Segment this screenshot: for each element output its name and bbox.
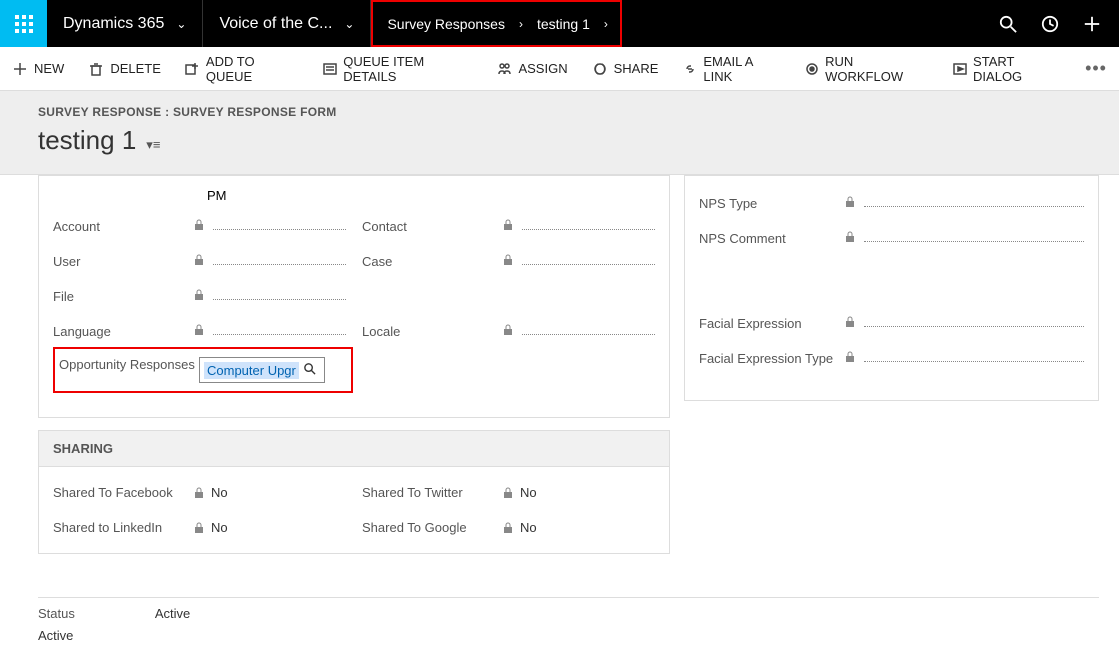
lock-icon xyxy=(502,487,514,499)
global-nav-bar: Dynamics 365 ⌄ Voice of the C... ⌄ Surve… xyxy=(0,0,1119,47)
queue-item-details-button[interactable]: QUEUE ITEM DETAILS xyxy=(322,54,472,84)
pm-value: PM xyxy=(207,188,227,203)
more-commands-button[interactable]: ••• xyxy=(1085,58,1107,79)
field-shared-linkedin: Shared to LinkedIn No xyxy=(53,510,346,545)
field-facial-expression: Facial Expression xyxy=(699,306,1084,341)
field-language: Language xyxy=(53,314,346,349)
chevron-down-icon: ⌄ xyxy=(344,17,354,31)
run-workflow-button[interactable]: RUN WORKFLOW xyxy=(804,54,928,84)
trash-icon xyxy=(88,61,104,77)
status-value: Active xyxy=(155,606,190,621)
field-shared-twitter: Shared To Twitter No xyxy=(362,475,655,510)
field-file: File xyxy=(53,279,346,314)
delete-button[interactable]: DELETE xyxy=(88,61,161,77)
link-icon xyxy=(682,61,697,77)
lock-icon xyxy=(193,254,205,266)
share-button[interactable]: SHARE xyxy=(592,61,659,77)
field-opportunity-responses: Opportunity Responses Computer Upgr xyxy=(59,351,347,389)
chevron-down-icon: ⌄ xyxy=(176,17,186,31)
breadcrumb: Survey Responses › testing 1 › xyxy=(371,0,621,47)
waffle-icon xyxy=(15,15,33,33)
lock-icon xyxy=(502,522,514,534)
lock-icon xyxy=(844,196,856,208)
lock-icon xyxy=(502,254,514,266)
lookup-selected-value: Computer Upgr xyxy=(204,362,299,379)
lock-icon xyxy=(193,487,205,499)
record-title: testing 1 xyxy=(38,125,136,156)
highlighted-field: Opportunity Responses Computer Upgr xyxy=(53,347,353,393)
entity-path: SURVEY RESPONSE : SURVEY RESPONSE FORM xyxy=(38,105,1119,119)
lock-icon xyxy=(844,316,856,328)
opportunity-lookup[interactable]: Computer Upgr xyxy=(199,357,325,383)
field-nps-type: NPS Type xyxy=(699,186,1084,221)
breadcrumb-parent[interactable]: Survey Responses xyxy=(373,16,519,32)
form-header: SURVEY RESPONSE : SURVEY RESPONSE FORM t… xyxy=(0,91,1119,175)
sharing-header[interactable]: SHARING xyxy=(38,430,670,467)
new-button[interactable]: NEW xyxy=(12,61,64,77)
top-right-icons xyxy=(999,0,1119,47)
start-dialog-button[interactable]: START DIALOG xyxy=(952,54,1061,84)
breadcrumb-current[interactable]: testing 1 xyxy=(523,16,604,32)
dialog-icon xyxy=(952,61,967,77)
email-link-button[interactable]: EMAIL A LINK xyxy=(682,54,780,84)
lock-icon xyxy=(193,324,205,336)
right-form-card: NPS Type NPS Comment Facial Expression F… xyxy=(684,175,1099,401)
field-shared-google: Shared To Google No xyxy=(362,510,655,545)
app-launcher-button[interactable] xyxy=(0,0,47,47)
nav-brand[interactable]: Dynamics 365 ⌄ xyxy=(47,0,203,47)
lock-icon xyxy=(502,324,514,336)
form-body: PM Account User File xyxy=(0,175,1119,554)
footer-status-bar: Status Active xyxy=(38,597,1099,621)
workflow-icon xyxy=(804,61,819,77)
queue-details-icon xyxy=(322,61,337,77)
lock-icon xyxy=(193,289,205,301)
lock-icon xyxy=(844,231,856,243)
main-form-card: PM Account User File xyxy=(38,175,670,418)
status-label: Status xyxy=(38,606,75,621)
assign-icon xyxy=(496,61,512,77)
command-bar: NEW DELETE ADD TO QUEUE QUEUE ITEM DETAI… xyxy=(0,47,1119,91)
record-title-menu[interactable]: ▾≡ xyxy=(146,137,160,153)
field-facial-expression-type: Facial Expression Type xyxy=(699,341,1084,376)
field-locale: Locale xyxy=(362,314,655,349)
nav-brand-label: Dynamics 365 xyxy=(63,15,164,33)
nav-area[interactable]: Voice of the C... ⌄ xyxy=(203,0,371,47)
field-shared-facebook: Shared To Facebook No xyxy=(53,475,346,510)
chevron-right-icon: › xyxy=(604,17,620,31)
sharing-section: Shared To Facebook No Shared to LinkedIn… xyxy=(38,467,670,554)
assign-button[interactable]: ASSIGN xyxy=(496,61,567,77)
field-user: User xyxy=(53,244,346,279)
share-icon xyxy=(592,61,608,77)
field-account: Account xyxy=(53,209,346,244)
add-to-queue-button[interactable]: ADD TO QUEUE xyxy=(185,54,298,84)
lock-icon xyxy=(193,522,205,534)
search-icon[interactable] xyxy=(999,15,1017,33)
field-nps-comment: NPS Comment xyxy=(699,221,1084,256)
field-contact: Contact xyxy=(362,209,655,244)
lock-icon xyxy=(193,219,205,231)
search-icon[interactable] xyxy=(303,362,316,378)
lock-icon xyxy=(844,351,856,363)
plus-icon xyxy=(12,61,28,77)
footer-state: Active xyxy=(38,628,73,643)
nav-area-label: Voice of the C... xyxy=(219,15,332,33)
new-record-icon[interactable] xyxy=(1083,15,1101,33)
queue-add-icon xyxy=(185,61,200,77)
field-case: Case xyxy=(362,244,655,279)
lock-icon xyxy=(502,219,514,231)
recent-icon[interactable] xyxy=(1041,15,1059,33)
